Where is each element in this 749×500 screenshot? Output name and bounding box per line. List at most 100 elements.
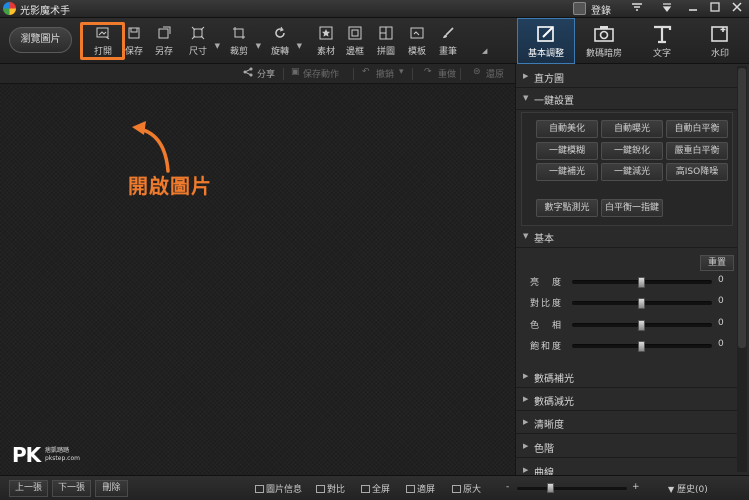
pk-watermark-logo: PK 痞凱踏踏 pkstep.com (12, 443, 80, 467)
save-action-icon: ▣ (291, 67, 300, 77)
hue-slider[interactable] (572, 320, 712, 331)
next-image-button[interactable]: 下一張 (52, 480, 91, 497)
auto-exposure-button[interactable]: 自動曝光 (601, 120, 663, 138)
image-info-button[interactable]: 圖片信息 (255, 482, 302, 495)
browse-images-button[interactable]: 瀏覽圖片 (9, 27, 72, 53)
restore-button[interactable]: 還原 (486, 67, 504, 80)
section-curves[interactable]: ▶ 曲線 (516, 460, 738, 475)
tab-digital-darkroom[interactable]: 數碼暗房 (575, 18, 633, 64)
redo-button[interactable]: 重做 (438, 67, 456, 80)
main-toolbar: 瀏覽圖片 打開 保存 另存 尺寸 ▼ 裁剪 ▼ 旋轉 ▼ 素材 邊框 拼圖 模板 (0, 18, 515, 64)
maximize-icon[interactable] (706, 1, 724, 16)
fullscreen-button[interactable]: 全屏 (361, 482, 390, 495)
avatar[interactable] (573, 2, 586, 15)
compare-button[interactable]: 對比 (316, 482, 345, 495)
original-size-button[interactable]: 原大 (452, 482, 481, 495)
undo-dropdown-icon[interactable]: ▾ (399, 67, 404, 77)
zoom-in-button[interactable]: + (632, 482, 640, 492)
section-basic-title: 基本 (534, 234, 554, 245)
severe-white-balance-button[interactable]: 嚴重白平衡 (666, 142, 728, 160)
section-title: 色階 (534, 444, 554, 455)
rotate-dropdown-icon[interactable]: ▼ (297, 42, 302, 50)
resize-button[interactable]: 尺寸 ▼ (185, 24, 220, 58)
tab-watermark[interactable]: 水印 (691, 18, 749, 64)
slider-handle[interactable] (638, 320, 645, 331)
previous-image-button[interactable]: 上一張 (9, 480, 48, 497)
save-action-button[interactable]: 保存動作 (303, 67, 339, 80)
brightness-slider[interactable] (572, 277, 712, 288)
right-panel-scrollbar[interactable] (737, 66, 747, 472)
auto-beautify-button[interactable]: 自動美化 (536, 120, 598, 138)
auto-white-balance-button[interactable]: 自動白平衡 (666, 120, 728, 138)
zoom-slider-handle[interactable] (547, 483, 554, 493)
reset-button[interactable]: 重置 (700, 255, 734, 271)
section-levels[interactable]: ▶ 色階 (516, 436, 738, 458)
resize-dropdown-icon[interactable]: ▼ (215, 42, 220, 50)
expand-icon: ▶ (523, 372, 529, 380)
saturation-label: 飽和度 (530, 342, 564, 352)
expand-icon: ▶ (523, 72, 529, 80)
collage-button[interactable]: 拼圖 (373, 24, 399, 58)
image-canvas[interactable]: 開啟圖片 (0, 85, 515, 475)
expand-icon: ▶ (523, 418, 529, 426)
onekey-fill-light-button[interactable]: 一鍵補光 (536, 163, 598, 181)
slider-handle[interactable] (638, 341, 645, 352)
scrollbar-thumb[interactable] (738, 68, 746, 348)
rotate-button[interactable]: 旋轉 ▼ (267, 24, 302, 58)
more-tools-icon[interactable]: ◢ (482, 47, 487, 55)
delete-button[interactable]: 刪除 (95, 480, 128, 497)
section-title: 清晰度 (534, 420, 564, 431)
frame-button[interactable]: 邊框 (342, 24, 368, 58)
template-label: 模板 (407, 47, 426, 57)
menu-icon[interactable] (658, 1, 676, 16)
close-icon[interactable] (728, 1, 746, 16)
section-digital-reduce-light[interactable]: ▶ 數碼減光 (516, 389, 738, 411)
zoom-slider[interactable] (517, 483, 627, 493)
onekey-blur-button[interactable]: 一鍵模糊 (536, 142, 598, 160)
compare-label: 對比 (327, 485, 346, 495)
right-tabs: 基本調整 數碼暗房 文字 水印 (515, 18, 749, 64)
save-icon (128, 27, 140, 39)
restore-icon: ⊜ (473, 67, 481, 77)
frame-icon (348, 26, 362, 40)
contrast-value: 0 (718, 296, 724, 306)
section-onekey[interactable]: ▼ 一鍵設置 (516, 88, 738, 110)
onekey-reduce-light-button[interactable]: 一鍵減光 (601, 163, 663, 181)
undo-icon: ↶ (362, 67, 370, 77)
section-digital-fill-light[interactable]: ▶ 數碼補光 (516, 366, 738, 388)
slider-handle[interactable] (638, 298, 645, 309)
login-link[interactable]: 登錄 (591, 2, 611, 17)
save-as-button[interactable]: 另存 (151, 24, 177, 58)
resize-label: 尺寸 (188, 47, 207, 57)
contrast-label: 對比度 (530, 299, 564, 309)
tab-text[interactable]: 文字 (633, 18, 691, 64)
camera-icon (594, 26, 614, 42)
onekey-sharpen-button[interactable]: 一鍵銳化 (601, 142, 663, 160)
fit-screen-button[interactable]: 適屏 (406, 482, 435, 495)
material-button[interactable]: 素材 (313, 24, 339, 58)
history-button[interactable]: ▼ 歷史(0) (668, 482, 708, 495)
share-button[interactable]: 分享 (257, 67, 275, 80)
section-clarity[interactable]: ▶ 清晰度 (516, 412, 738, 434)
zoom-out-button[interactable]: - (506, 482, 509, 492)
slider-handle[interactable] (638, 277, 645, 288)
spot-metering-button[interactable]: 數字點測光 (536, 199, 598, 217)
crop-dropdown-icon[interactable]: ▼ (256, 42, 261, 50)
skin-icon[interactable] (628, 1, 646, 16)
expand-icon: ▶ (523, 442, 529, 450)
minimize-icon[interactable] (684, 1, 702, 16)
saturation-slider[interactable] (572, 341, 712, 352)
tab-basic-adjust[interactable]: 基本調整 (517, 18, 575, 64)
template-button[interactable]: 模板 (404, 24, 430, 58)
app-title: 光影魔术手 (20, 6, 70, 17)
contrast-slider[interactable] (572, 298, 712, 309)
section-onekey-title: 一鍵設置 (534, 96, 574, 107)
section-histogram[interactable]: ▶ 直方圖 (516, 66, 738, 88)
high-iso-denoise-button[interactable]: 高ISO降噪 (666, 163, 728, 181)
undo-button[interactable]: 撤銷 (376, 67, 394, 80)
brush-button[interactable]: 畫筆 (435, 24, 461, 58)
white-balance-picker-button[interactable]: 白平衡一指鍵 (601, 199, 663, 217)
text-icon (654, 25, 672, 44)
section-basic[interactable]: ▼ 基本 (516, 226, 738, 248)
crop-button[interactable]: 裁剪 ▼ (226, 24, 261, 58)
